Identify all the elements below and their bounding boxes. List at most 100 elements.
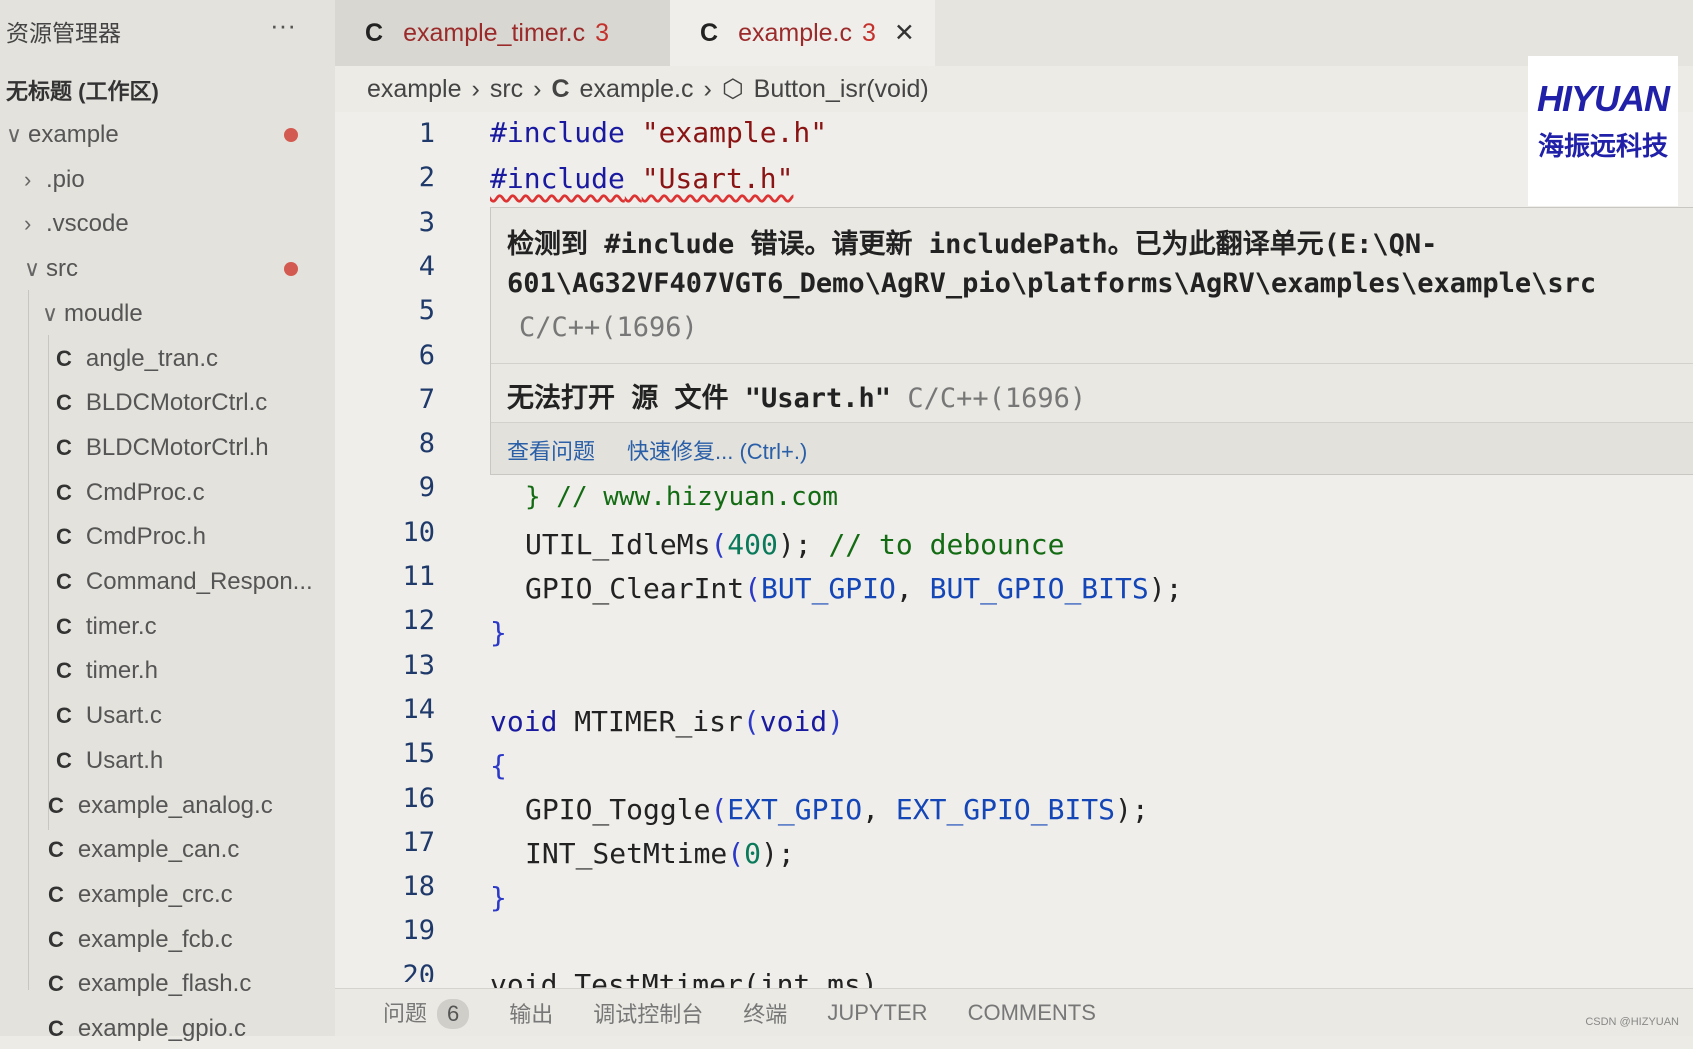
hover-actions: 查看问题 快速修复... (Ctrl+.) [507,434,807,466]
tree-item-label: example [28,121,119,148]
line-number: 7 [418,383,435,415]
tree-item[interactable]: C CmdProc.h [56,517,206,557]
panel-tab-problems[interactable]: 问题 6 [383,996,470,1029]
view-problem-link[interactable]: 查看问题 [507,434,595,466]
tree-item[interactable]: ∨ moudle [42,294,143,334]
code-line-9: } // www.hizyuan.com [525,482,839,512]
workspace-title[interactable]: 无标题 (工作区) [6,74,159,106]
chevron-right-icon: › [471,74,480,103]
tree-item-label: src [46,255,78,283]
tree-item-label: Command_Respon... [85,568,313,595]
divider [491,363,1693,364]
line-number: 19 [402,915,435,947]
tree-item[interactable]: Ctimer.h [56,651,158,691]
tree-item-label: timer.c [85,612,157,640]
tree-item-label: .vscode [46,210,129,238]
c-file-icon: C [56,569,72,594]
panel-tab-debug-console[interactable]: 调试控制台 [593,997,703,1029]
error-count: 3 [862,18,876,47]
line-number: 2 [418,162,435,194]
tree-item[interactable]: › .pio [24,160,85,200]
code-line-15: { [490,749,507,782]
line-number: 5 [418,295,435,327]
chevron-down-icon: ∨ [6,122,23,147]
breadcrumb: example › src › Cexample.c › ⬡ Button_isr(vo… [367,74,929,104]
modified-dot [284,262,298,277]
tree-item[interactable]: C BLDCMotorCtrl.h [56,428,269,468]
line-number: 20 [402,959,435,982]
tree-item[interactable]: C Command_Respon... [56,562,313,602]
tree-item-label: example_gpio.c [77,1015,246,1042]
error-hover-popup: 检测到 #include 错误。请更新 includePath。已为此翻译单元(… [490,207,1693,475]
panel-tab-jupyter[interactable]: JUPYTER [827,1000,927,1026]
c-file-icon: C [56,747,72,773]
error-message-1: 检测到 #include 错误。请更新 includePath。已为此翻译单元(… [507,229,1438,260]
tree-item[interactable]: C Usart.c [56,696,162,736]
tree-item-label: CmdProc.h [85,523,206,551]
tree-item[interactable]: C Usart.h [56,741,163,781]
code-line-18: } [490,881,507,914]
tree-item[interactable]: C CmdProc.c [56,473,205,513]
crumb-folder[interactable]: example [367,75,462,104]
watermark: CSDN @HIZYUAN [1585,1016,1679,1028]
error-source: C/C++(1696) [519,312,698,343]
panel-tab-comments[interactable]: COMMENTS [968,1000,1096,1026]
tab-label: example.c [738,18,853,47]
tree-item[interactable]: Cangle_tran.c [56,339,218,379]
indent-guide [28,290,29,990]
tree-item[interactable]: › .vscode [24,204,129,244]
code-line-16: GPIO_Toggle(EXT_GPIO, EXT_GPIO_BITS); [525,793,1149,826]
code-line-1: #include "example.h" [490,116,828,149]
code-line-11: GPIO_ClearInt(BUT_GPIO, BUT_GPIO_BITS); [525,572,1183,605]
tree-item[interactable]: Cexample_gpio.c [48,1009,246,1049]
code-line-2: #include "Usart.h" [490,162,794,195]
c-file-icon: C [48,881,64,907]
panel-tab-terminal[interactable]: 终端 [743,997,787,1029]
indent-guide [48,335,49,830]
line-number: 15 [402,738,435,770]
line-number: 3 [418,206,435,238]
tree-item[interactable]: Cexample_fcb.c [48,920,233,960]
tab-example[interactable]: C example.c 3 ✕ [670,0,935,66]
crumb-file[interactable]: example.c [580,75,694,104]
c-file-icon: C [48,971,64,997]
line-number: 6 [418,339,435,371]
line-number: 18 [402,871,435,903]
crumb-symbol[interactable]: Button_isr(void) [754,75,929,104]
quick-fix-link[interactable]: 快速修复... (Ctrl+.) [627,434,807,466]
chevron-right-icon: › [24,166,32,192]
chevron-right-icon: › [533,74,542,103]
line-number: 10 [402,516,435,548]
crumb-src[interactable]: src [490,75,523,104]
tree-item-label: example_crc.c [77,880,233,908]
tree-item-label: example_fcb.c [77,925,233,953]
more-actions-button[interactable]: ··· [270,10,296,41]
c-file-icon: C [48,1016,64,1041]
tree-item[interactable]: Cexample_can.c [48,830,239,870]
tab-example-timer[interactable]: C example_timer.c 3 [335,0,670,66]
tree-item[interactable]: Ctimer.c [56,607,157,647]
tree-item[interactable]: Cexample_crc.c [48,875,233,915]
panel-tab-output[interactable]: 输出 [509,997,553,1029]
tree-item-label: example_analog.c [77,791,273,819]
explorer-title: 资源管理器 [6,20,121,46]
tree-item[interactable]: Cexample_flash.c [48,964,251,1004]
error-count: 3 [595,18,609,47]
line-number: 11 [402,561,435,592]
tree-item-label: .pio [46,165,85,193]
line-number: 8 [418,428,435,460]
line-number: 1 [418,118,435,149]
c-file-icon: C [56,524,72,550]
tree-item[interactable]: Cexample_analog.c [48,786,273,826]
close-icon[interactable]: ✕ [894,18,915,48]
tree-item-label: BLDCMotorCtrl.c [85,389,268,417]
cube-symbol-icon: ⬡ [721,75,744,103]
error-message-1-path: 601\AG32VF407VGT6_Demo\AgRV_pio\platform… [507,268,1597,299]
line-number: 17 [402,826,435,858]
tree-item-label: example_can.c [77,836,240,864]
tree-item[interactable]: ∨ example [6,115,119,155]
explorer-sidebar: 资源管理器 ··· 无标题 (工作区) ∨ example › .pio › .vscod… [0,0,335,1042]
tree-item[interactable]: C BLDCMotorCtrl.c [56,383,267,423]
line-number: 13 [402,649,435,681]
tree-item[interactable]: ∨ src [24,249,78,289]
